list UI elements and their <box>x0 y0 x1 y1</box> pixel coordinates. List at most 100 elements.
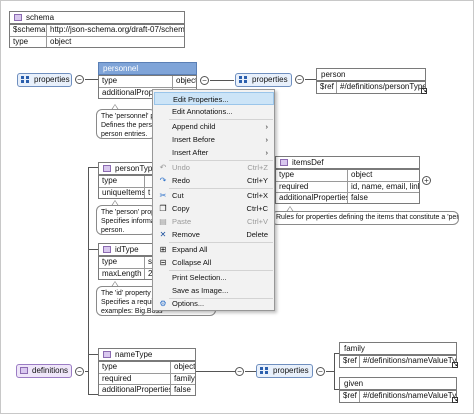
itemsDef-description[interactable]: Rules for properties defining the items … <box>271 211 459 225</box>
definitions-node[interactable]: definitions <box>16 364 72 378</box>
personType-table[interactable]: type uniqueItems t <box>98 175 158 199</box>
description-line: person entries. <box>101 131 148 138</box>
menu-item-expand-all[interactable]: ⊞ Expand All <box>154 243 274 256</box>
person-title: person <box>321 70 346 79</box>
idType-row[interactable]: typest <box>99 257 157 268</box>
schema-row[interactable]: type object <box>10 36 184 47</box>
nameType-table[interactable]: typeobject requiredfamily, given additio… <box>98 361 196 396</box>
personType-description[interactable]: The 'person' prope... Specifies informat… <box>96 205 156 235</box>
idType-table[interactable]: typest maxLength20 <box>98 256 158 280</box>
context-menu[interactable]: Edit Properties... Edit Annotations... A… <box>152 89 275 311</box>
family-key: $ref <box>340 356 360 367</box>
schema-row[interactable]: $schema http://json-schema.org/draft-07/s… <box>10 25 184 36</box>
schema-header[interactable]: schema <box>9 11 185 24</box>
given-header[interactable]: given <box>339 377 457 390</box>
person-header[interactable]: person <box>316 68 426 81</box>
menu-item-undo[interactable]: ↶ Undo Ctrl+Z <box>154 161 274 174</box>
expand-toggle[interactable]: + <box>422 176 431 185</box>
personType-header[interactable]: personTyp <box>98 162 158 175</box>
menu-item-edit-properties[interactable]: Edit Properties... <box>154 92 274 105</box>
redo-icon: ↷ <box>159 176 167 185</box>
schema-key: $schema <box>10 25 47 36</box>
menu-item-insert-before[interactable]: Insert Before › <box>154 133 274 146</box>
itemsDef-row[interactable]: required id, name, email, link <box>276 181 419 192</box>
definition-icon <box>103 246 111 253</box>
collapse-toggle[interactable]: − <box>235 367 244 376</box>
nameType-row[interactable]: requiredfamily, given <box>99 373 195 384</box>
undo-icon: ↶ <box>159 163 167 172</box>
itemsDef-table[interactable]: type object required id, name, email, link… <box>275 169 420 204</box>
personnel-row[interactable]: type object <box>99 76 196 87</box>
itemsDef-key: additionalProperties <box>276 193 348 203</box>
nameType-properties-node[interactable]: properties <box>256 364 313 378</box>
menu-item-collapse-all[interactable]: ⊟ Collapse All <box>154 256 274 269</box>
menu-item-paste[interactable]: ▤ Paste Ctrl+V <box>154 215 274 228</box>
nameType-header[interactable]: nameType <box>98 348 196 361</box>
collapse-toggle[interactable]: − <box>200 76 209 85</box>
family-value: #/definitions/nameValueType <box>363 356 456 365</box>
connector-line <box>88 167 98 168</box>
schema-diagram-canvas[interactable]: schema $schema http://json-schema.org/dra… <box>0 0 474 414</box>
personType-row[interactable]: uniqueItems t <box>99 187 157 198</box>
menu-shortcut: Delete <box>246 230 268 239</box>
schema-icon <box>14 14 22 21</box>
personnel-header[interactable]: personnel <box>98 62 197 75</box>
copy-icon: ❐ <box>159 204 167 213</box>
itemsDef-row[interactable]: additionalProperties false <box>276 192 419 203</box>
menu-item-label: Expand All <box>172 245 208 254</box>
submenu-arrow-icon: › <box>265 148 269 157</box>
collapse-toggle[interactable]: − <box>75 75 84 84</box>
idType-title: idType <box>115 245 139 254</box>
idType-header[interactable]: idType <box>98 243 158 256</box>
root-properties-node[interactable]: properties <box>17 73 72 87</box>
connector-line <box>85 371 89 372</box>
family-table[interactable]: $ref #/definitions/nameValueType <box>339 355 457 368</box>
connector-line <box>88 354 98 355</box>
personType-row[interactable]: type <box>99 176 157 187</box>
menu-item-label: Redo <box>172 176 190 185</box>
person-table[interactable]: $ref #/definitions/personType <box>316 81 426 94</box>
menu-item-cut[interactable]: ✂ Cut Ctrl+X <box>154 189 274 202</box>
goto-definition-icon[interactable]: ↘ <box>452 397 458 403</box>
itemsDef-row[interactable]: type object <box>276 170 419 181</box>
goto-definition-icon[interactable]: ↘ <box>421 88 427 94</box>
given-table[interactable]: $ref #/definitions/nameValueType <box>339 390 457 403</box>
collapse-toggle[interactable]: − <box>316 367 325 376</box>
menu-item-append-child[interactable]: Append child › <box>154 120 274 133</box>
menu-item-insert-after[interactable]: Insert After › <box>154 146 274 159</box>
delete-x-icon: ✕ <box>159 230 167 239</box>
nameType-value: family, given <box>174 374 195 383</box>
menu-item-label: Print Selection... <box>172 273 227 282</box>
menu-item-label: Save as Image... <box>172 286 229 295</box>
connector-line <box>210 80 234 81</box>
menu-item-copy[interactable]: ❐ Copy Ctrl+C <box>154 202 274 215</box>
menu-item-remove[interactable]: ✕ Remove Delete <box>154 228 274 241</box>
personnel-description[interactable]: The 'personnel' pr... Defines the person… <box>96 109 156 139</box>
menu-item-edit-annotations[interactable]: Edit Annotations... <box>154 105 274 118</box>
menu-item-label: Copy <box>172 204 190 213</box>
menu-item-save-as-image[interactable]: Save as Image... <box>154 284 274 297</box>
person-row[interactable]: $ref #/definitions/personType <box>317 82 425 93</box>
nameType-row[interactable]: additionalProperties false <box>99 384 195 395</box>
menu-item-print-selection[interactable]: Print Selection... <box>154 271 274 284</box>
nameType-row[interactable]: type object <box>99 362 195 373</box>
submenu-arrow-icon: › <box>265 135 269 144</box>
collapse-toggle[interactable]: − <box>75 367 84 376</box>
definition-icon <box>103 165 111 172</box>
given-key: $ref <box>340 391 360 402</box>
personType-title: personTyp <box>115 164 153 173</box>
menu-item-label: Append child <box>172 122 216 131</box>
itemsDef-header[interactable]: itemsDef <box>275 156 420 169</box>
collapse-toggle[interactable]: − <box>295 75 304 84</box>
goto-definition-icon[interactable]: ↘ <box>452 362 458 368</box>
personnel-properties-node[interactable]: properties <box>235 73 292 87</box>
menu-item-options[interactable]: ⚙ Options... <box>154 297 274 310</box>
family-row[interactable]: $ref #/definitions/nameValueType <box>340 356 456 367</box>
description-line: person. <box>101 227 125 234</box>
idType-row[interactable]: maxLength20 <box>99 268 157 279</box>
family-header[interactable]: family <box>339 342 457 355</box>
nameType-key: type <box>99 362 171 373</box>
menu-item-redo[interactable]: ↷ Redo Ctrl+Y <box>154 174 274 187</box>
given-row[interactable]: $ref #/definitions/nameValueType <box>340 391 456 402</box>
schema-table[interactable]: $schema http://json-schema.org/draft-07/s… <box>9 24 185 48</box>
